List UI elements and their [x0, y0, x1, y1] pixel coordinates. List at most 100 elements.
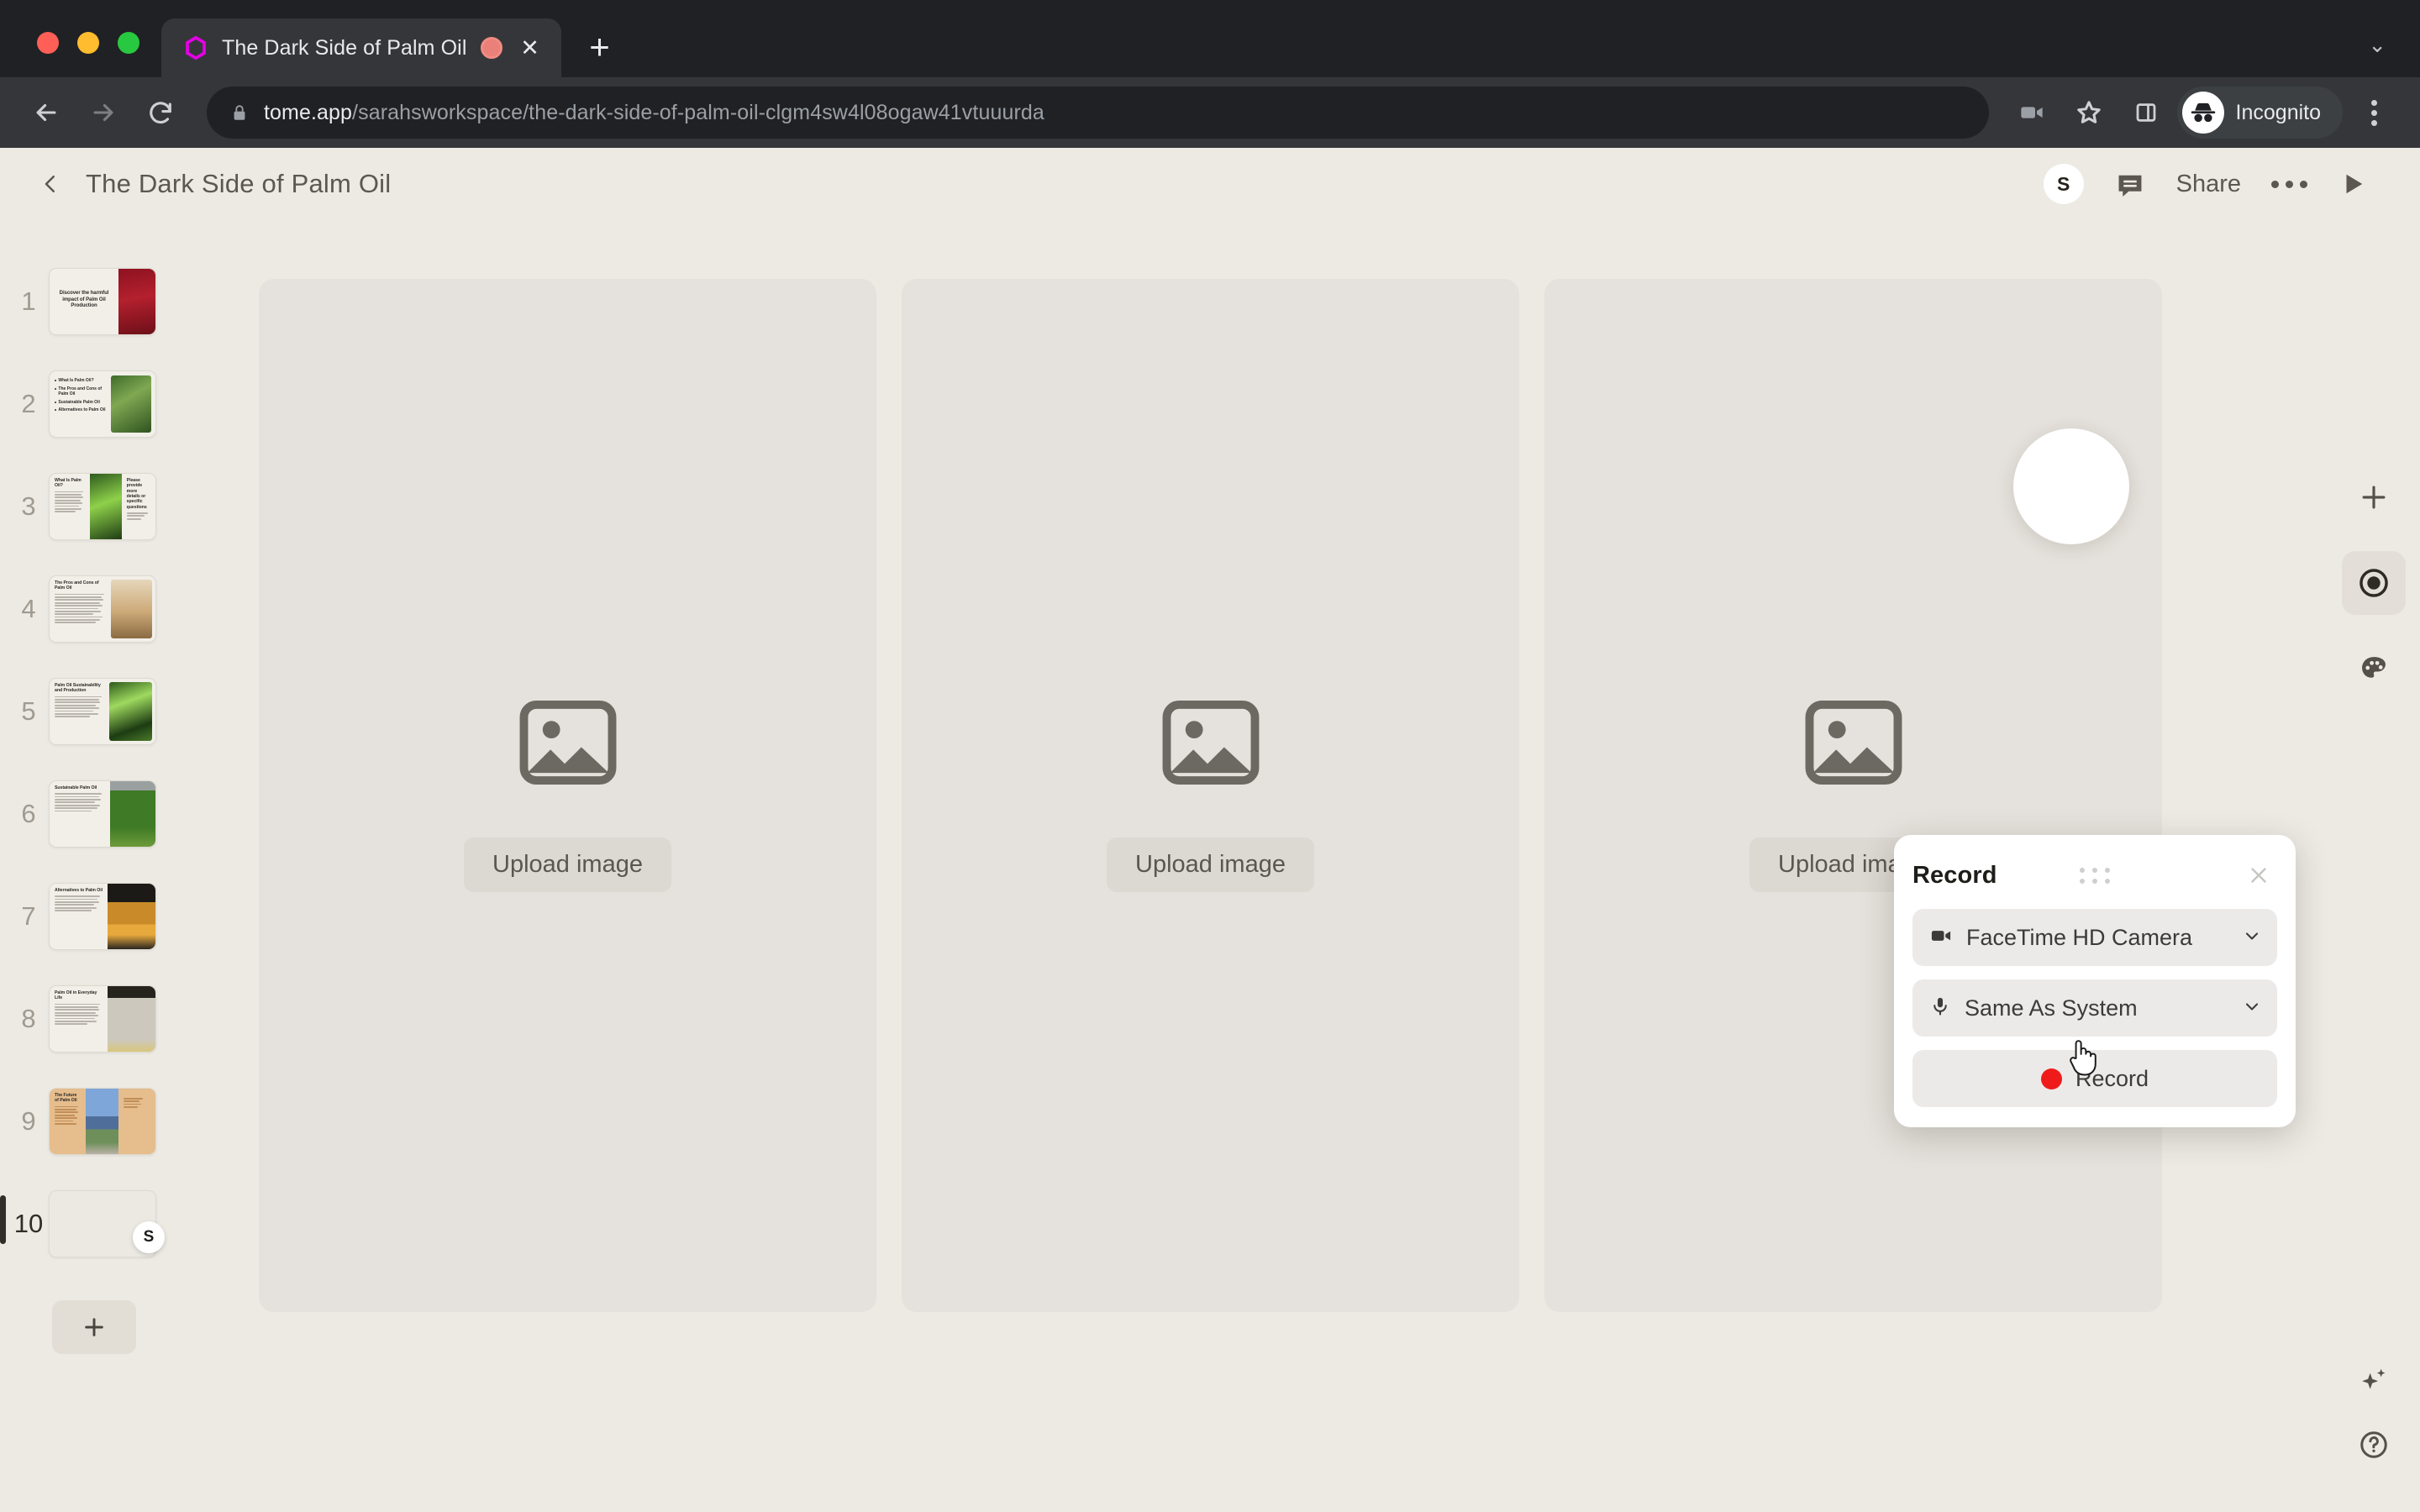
- slide-number: 1: [21, 286, 36, 316]
- slide-thumbnail-item[interactable]: 1 Discover the harmful impact of Palm Oi…: [0, 250, 193, 353]
- slide-thumbnail-item[interactable]: 6 Sustainable Palm Oil: [0, 763, 193, 865]
- avatar: S: [2043, 164, 2084, 204]
- record-target-icon[interactable]: [2342, 551, 2406, 615]
- window-traffic-lights: [18, 32, 161, 77]
- share-label: Share: [2175, 170, 2241, 197]
- slide-thumbnail-item[interactable]: 4 The Pros and Cons of Palm Oil: [0, 558, 193, 660]
- collaborator-avatar[interactable]: S: [2028, 160, 2099, 207]
- address-bar[interactable]: tome.app/sarahsworkspace/the-dark-side-o…: [207, 87, 1989, 139]
- address-bar-text: tome.app/sarahsworkspace/the-dark-side-o…: [264, 101, 1044, 125]
- upload-image-button[interactable]: Upload image: [464, 837, 671, 892]
- slide-number: 4: [21, 594, 36, 623]
- thumb-image: [89, 474, 122, 539]
- incognito-profile-button[interactable]: Incognito: [2176, 87, 2343, 139]
- thumb-title: Alternatives to Palm Oil: [55, 888, 103, 893]
- tab-strip: The Dark Side of Palm Oil ✕ + ⌄: [0, 0, 2420, 77]
- new-tab-button[interactable]: +: [576, 24, 623, 71]
- slide-preview[interactable]: Palm Oil Sustainability and Production: [49, 678, 156, 745]
- slide-thumbnail-item[interactable]: 5 Palm Oil Sustainability and Production: [0, 660, 193, 763]
- forward-button[interactable]: [77, 87, 129, 139]
- image-placeholder-icon: [518, 699, 618, 790]
- image-upload-card[interactable]: Upload image: [259, 279, 876, 1312]
- bookmark-star-icon[interactable]: [2063, 87, 2115, 139]
- slide-number: 6: [21, 799, 36, 828]
- slide-preview[interactable]: Discover the harmful impact of Palm Oil …: [49, 268, 156, 335]
- slide-thumbnail-item[interactable]: 2 What Is Palm Oil? The Pros and Cons of…: [0, 353, 193, 455]
- app-header: The Dark Side of Palm Oil S Share: [0, 148, 2420, 220]
- back-button[interactable]: [20, 87, 72, 139]
- slide-thumbnail-item[interactable]: 7 Alternatives to Palm Oil: [0, 865, 193, 968]
- thumb-bullet: Sustainable Palm Oil: [58, 399, 100, 405]
- avatar: S: [133, 1221, 165, 1253]
- url-host: tome.app: [264, 100, 353, 124]
- slide-preview[interactable]: Palm Oil in Everyday Life: [49, 985, 156, 1053]
- microphone-select[interactable]: Same As System: [1912, 979, 2277, 1037]
- comments-button[interactable]: [2099, 160, 2161, 207]
- tab-recording-indicator: [480, 37, 502, 59]
- browser-menu-button[interactable]: [2348, 87, 2400, 139]
- close-tab-button[interactable]: ✕: [516, 34, 544, 62]
- record-button-label: Record: [2075, 1065, 2149, 1091]
- media-capture-icon[interactable]: [2006, 87, 2058, 139]
- thumb-bullet: Alternatives to Palm Oil: [58, 407, 106, 413]
- palette-icon[interactable]: [2342, 637, 2406, 701]
- slide-number: 7: [21, 901, 36, 931]
- add-block-button[interactable]: [2342, 465, 2406, 529]
- record-panel-header: Record: [1912, 857, 2277, 894]
- lock-icon: [230, 102, 249, 123]
- side-panel-icon[interactable]: [2120, 87, 2172, 139]
- slide-preview[interactable]: The Pros and Cons of Palm Oil: [49, 575, 156, 643]
- chevron-down-icon: [2242, 926, 2262, 950]
- selected-slide-indicator: [0, 1195, 6, 1244]
- browser-tab[interactable]: The Dark Side of Palm Oil ✕: [161, 18, 561, 77]
- incognito-label: Incognito: [2235, 100, 2321, 124]
- back-to-workspace-button[interactable]: [29, 162, 72, 206]
- present-button[interactable]: [2323, 160, 2383, 207]
- camera-select[interactable]: FaceTime HD Camera: [1912, 909, 2277, 966]
- slide-navigator[interactable]: 1 Discover the harmful impact of Palm Oi…: [0, 220, 193, 1512]
- reload-button[interactable]: [134, 87, 187, 139]
- microphone-icon: [1929, 995, 1951, 1021]
- close-window-button[interactable]: [37, 32, 59, 54]
- thumb-title: Discover the harmful impact of Palm Oil …: [59, 290, 109, 309]
- record-panel[interactable]: Record FaceTime HD Camera Same As System…: [1894, 835, 2296, 1127]
- slide-preview[interactable]: Sustainable Palm Oil: [49, 780, 156, 848]
- thumb-title: The Future of Palm Oil: [55, 1093, 77, 1104]
- slide-thumbnail-item[interactable]: 8 Palm Oil in Everyday Life: [0, 968, 193, 1070]
- browser-toolbar: tome.app/sarahsworkspace/the-dark-side-o…: [0, 77, 2420, 148]
- share-button[interactable]: Share: [2161, 160, 2256, 207]
- help-circle-icon[interactable]: [2342, 1413, 2406, 1477]
- drag-handle[interactable]: [2080, 867, 2110, 884]
- add-slide-button[interactable]: [52, 1300, 136, 1354]
- close-icon[interactable]: [2242, 858, 2275, 892]
- thumb-title: What Is Palm Oil?: [55, 478, 82, 489]
- tab-list-chevron-icon[interactable]: ⌄: [2368, 34, 2420, 77]
- minimize-window-button[interactable]: [77, 32, 99, 54]
- more-options-button[interactable]: [2256, 160, 2323, 207]
- thumb-image: [108, 986, 155, 1052]
- slide-thumbnail-item[interactable]: 10 S: [0, 1173, 193, 1275]
- slide-thumbnail-item[interactable]: 9 The Future of Palm Oil: [0, 1070, 193, 1173]
- camera-value: FaceTime HD Camera: [1966, 924, 2193, 950]
- slide-preview[interactable]: The Future of Palm Oil: [49, 1088, 156, 1155]
- incognito-avatar-icon: [2181, 92, 2224, 134]
- maximize-window-button[interactable]: [118, 32, 139, 54]
- image-placeholder-icon: [1803, 699, 1904, 790]
- thumb-image: [118, 269, 155, 334]
- slide-number: 5: [21, 696, 36, 726]
- upload-image-button[interactable]: Upload image: [1107, 837, 1314, 892]
- browser-window: The Dark Side of Palm Oil ✕ + ⌄ tome.app…: [0, 0, 2420, 1512]
- record-button[interactable]: Record: [1912, 1050, 2277, 1107]
- page-title[interactable]: The Dark Side of Palm Oil: [86, 169, 391, 199]
- camera-preview-bubble[interactable]: [2013, 428, 2129, 544]
- slide-thumbnail-item[interactable]: 3 What Is Palm Oil? Please provide more …: [0, 455, 193, 558]
- slide-preview[interactable]: What Is Palm Oil? Please provide more de…: [49, 473, 156, 540]
- slide-number: 8: [21, 1004, 36, 1033]
- sparkle-icon[interactable]: [2342, 1349, 2406, 1413]
- thumb-image: [108, 682, 152, 741]
- slide-preview[interactable]: What Is Palm Oil? The Pros and Cons of P…: [49, 370, 156, 438]
- slide-preview[interactable]: Alternatives to Palm Oil: [49, 883, 156, 950]
- image-upload-card[interactable]: Upload image: [902, 279, 1519, 1312]
- slide-number: 10: [13, 1209, 44, 1238]
- more-horizontal-icon: [2271, 180, 2307, 188]
